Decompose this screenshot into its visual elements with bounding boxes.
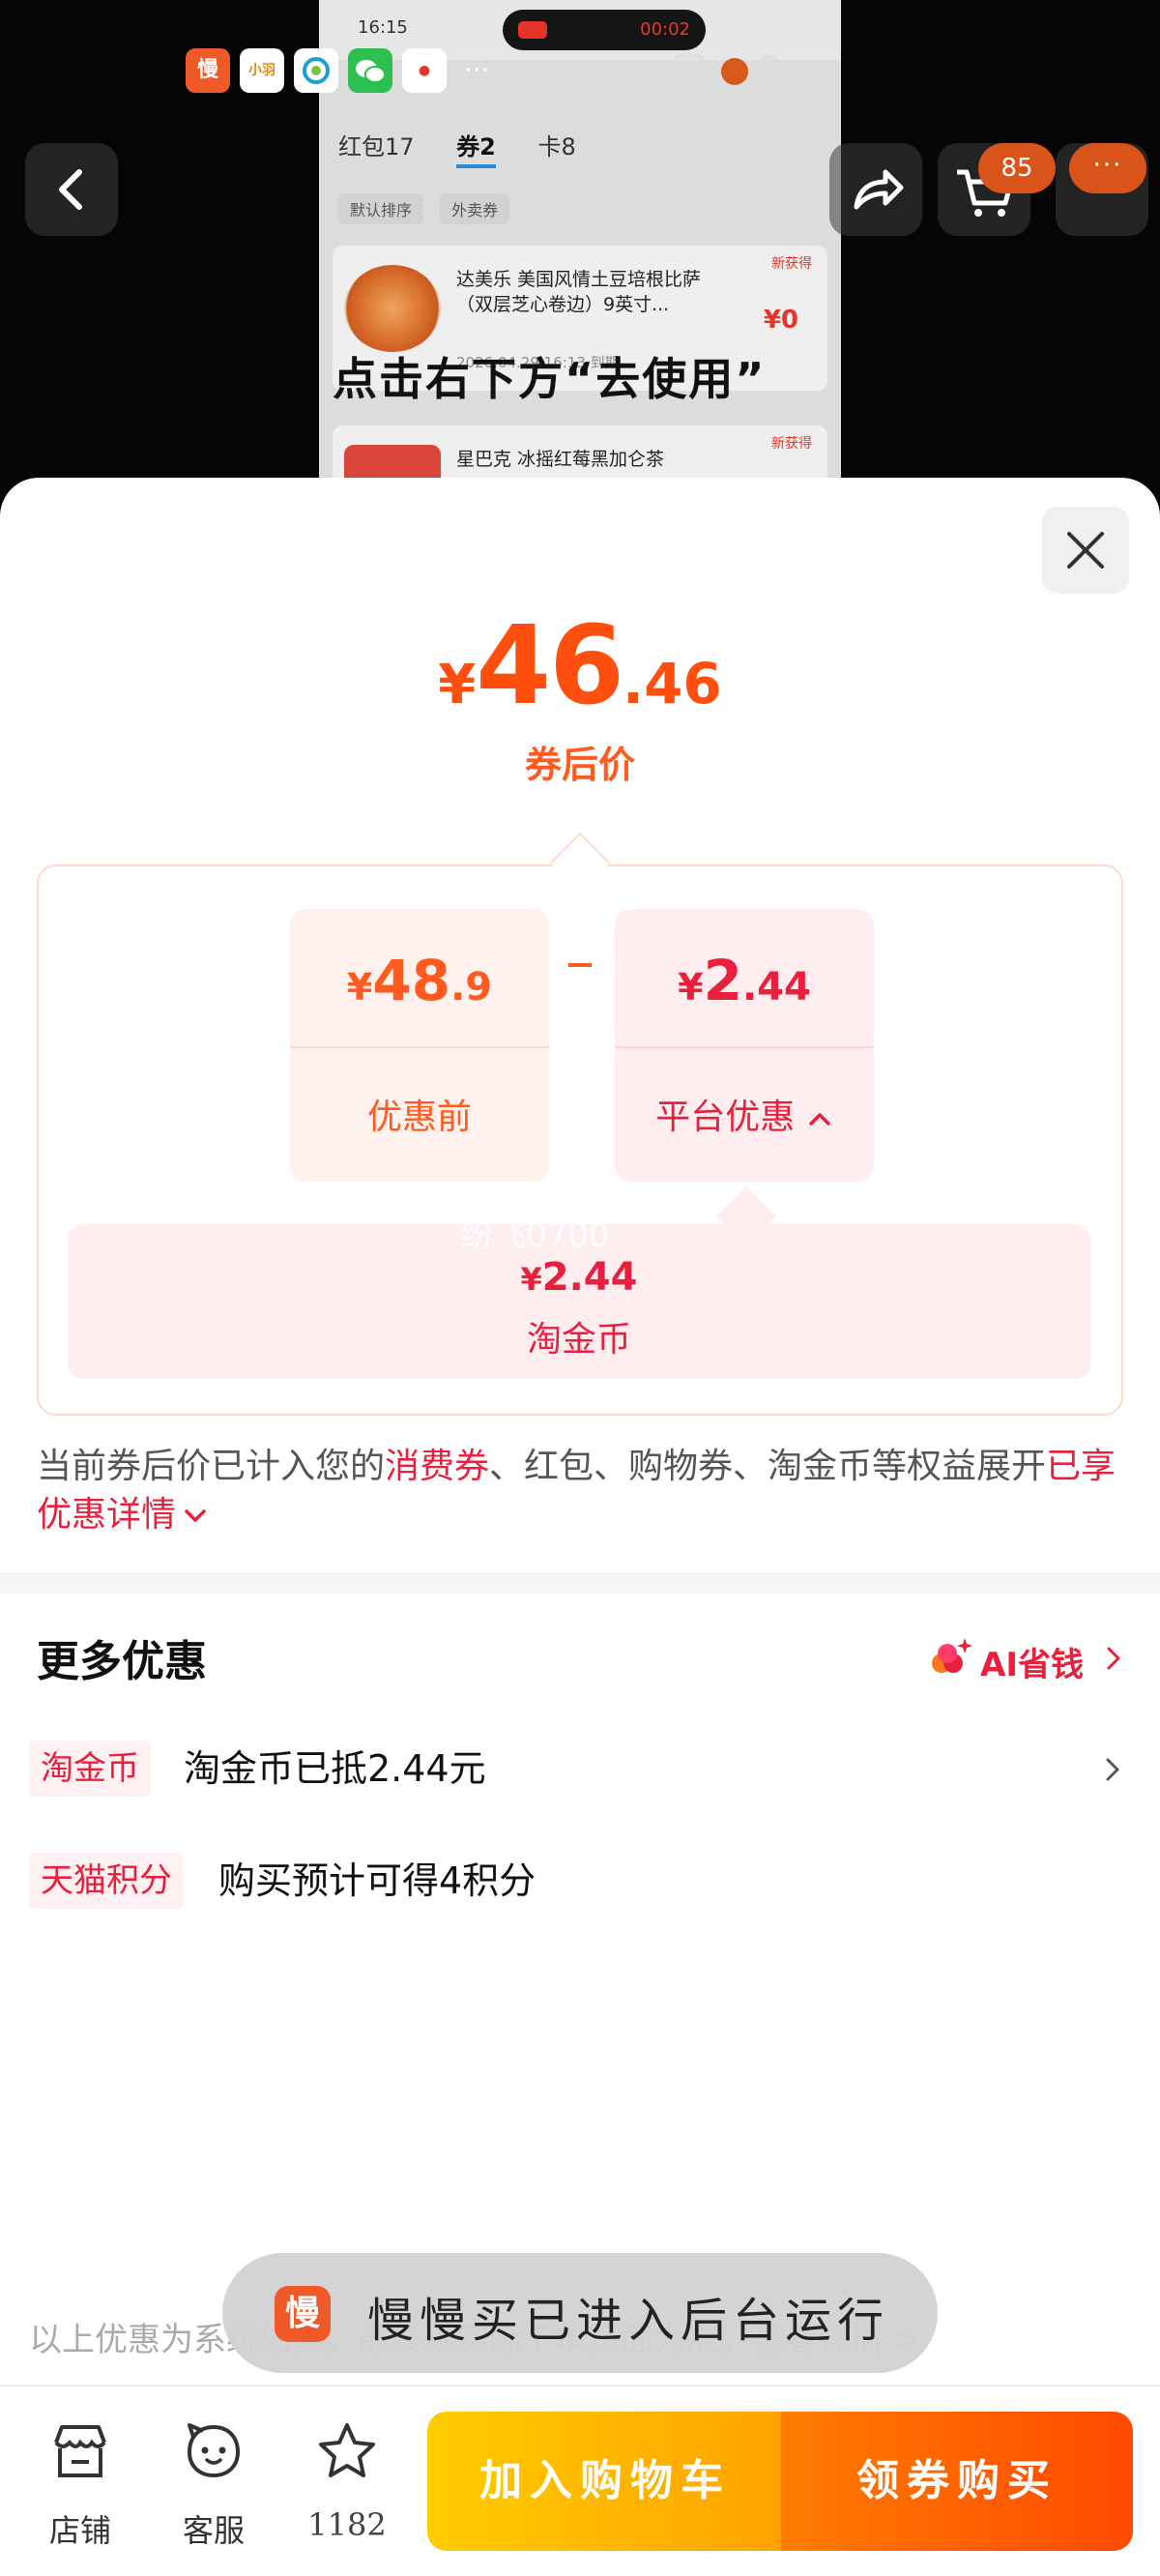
tmall-points-tag: 天猫积分 [29, 1853, 184, 1909]
coupon-title: 星巴克 冰摇红莓黑加仑茶 [456, 449, 665, 470]
note-middle: 、红包、购物券、淘金币等权益展开 [489, 1447, 1047, 1486]
note-prefix: 当前券后价已计入您的 [37, 1447, 386, 1486]
store-button[interactable]: 店铺 [27, 2417, 133, 2549]
system-status-icons: N [675, 48, 800, 95]
svg-text:N: N [682, 61, 697, 84]
taojinbi-offer-text: 淘金币已抵2.44元 [184, 1747, 486, 1790]
platform-discount-tile[interactable]: ¥2.44 平台优惠 [615, 909, 874, 1182]
taojinbi-amount: 2.44 [541, 1255, 638, 1300]
original-price-tile: ¥48.9 优惠前 [290, 909, 549, 1182]
coupon-price: ¥0 [763, 306, 798, 335]
game-app-icon: ● [402, 48, 447, 93]
tmall-points-row: 天猫积分 购买预计可得4积分 [29, 1853, 1131, 1911]
share-button[interactable] [829, 143, 922, 236]
taojinbi-value: ¥2.44 [68, 1255, 1090, 1300]
manmanmai-logo: 慢 [275, 2286, 331, 2342]
section-separator [0, 1572, 1160, 1594]
record-timer: 00:02 [640, 19, 690, 40]
bottom-divider [0, 2385, 1160, 2386]
share-icon [854, 169, 904, 210]
tmall-points-text: 购买预计可得4积分 [218, 1859, 536, 1902]
pizza-thumbnail [344, 265, 441, 352]
close-icon [1067, 532, 1104, 569]
tab-cards: 卡8 [537, 133, 576, 161]
record-pill: 00:02 [503, 10, 706, 50]
original-price-value: ¥48.9 [290, 948, 549, 1013]
minus-sign [568, 963, 592, 967]
status-time: 16:15 [358, 17, 408, 38]
coupon-filters: 默认排序 外卖券 [338, 193, 521, 224]
platform-discount-decimal: .44 [741, 965, 811, 1010]
taojinbi-currency: ¥ [520, 1261, 542, 1298]
tile-divider [615, 1046, 874, 1048]
tab-hongbao: 红包17 [338, 133, 415, 161]
final-price-label: 券后价 [524, 744, 635, 786]
xiaohongshu-app-icon: 小羽 [240, 48, 284, 93]
final-price-decimal: .46 [623, 651, 722, 717]
coupon-new-tag: 新获得 [771, 256, 812, 272]
background-screen: 16:15 00:02 红包17 券2 卡8 默认排序 外卖券 达美乐 美国风情… [0, 0, 1160, 503]
claim-coupon-buy-button[interactable]: 领券购买 [781, 2412, 1133, 2551]
taojinbi-offer-row[interactable]: 淘金币 淘金币已抵2.44元 [29, 1741, 1131, 1799]
more-offers-title: 更多优惠 [37, 1637, 207, 1686]
favorite-button[interactable]: 1182 [294, 2417, 400, 2543]
final-price: ¥46.46 [0, 603, 1160, 729]
final-price-integer: 46 [476, 603, 624, 729]
back-button[interactable] [25, 143, 118, 236]
chevron-left-icon [59, 169, 82, 210]
store-label: 店铺 [48, 2512, 111, 2549]
ai-sparkle-icon [932, 1638, 972, 1673]
chevron-up-icon [808, 1113, 830, 1126]
wechat-icon [348, 48, 392, 93]
customer-service-label: 客服 [182, 2512, 245, 2549]
coupon-tabs: 红包17 券2 卡8 [338, 128, 611, 168]
original-price-label: 优惠前 [366, 1098, 472, 1137]
cart-count-badge: 85 [978, 143, 1056, 193]
toast-message: 慢慢买已进入后台运行 [367, 2294, 890, 2348]
original-price-decimal: .9 [450, 965, 493, 1010]
taojinbi-tag: 淘金币 [29, 1741, 151, 1797]
original-price-currency: ¥ [346, 966, 373, 1009]
platform-discount-currency: ¥ [678, 966, 704, 1009]
chevron-right-icon [1106, 1758, 1119, 1781]
add-to-cart-button[interactable]: 加入购物车 [427, 2412, 783, 2551]
original-price-integer: 48 [372, 948, 451, 1013]
coupon-new-tag: 新获得 [771, 436, 812, 452]
star-icon [319, 2423, 375, 2477]
taojinbi-label: 淘金币 [526, 1320, 631, 1360]
tab-coupons: 券2 [456, 133, 496, 168]
more-dots-icon[interactable]: ··· [1069, 143, 1146, 193]
note-highlight: 消费券 [385, 1447, 490, 1486]
price-note: 当前券后价已计入您的消费券、红包、购物券、淘金币等权益展开已享优惠详情 [37, 1443, 1129, 1539]
ai-save-money-label: AI省钱 [980, 1646, 1084, 1684]
tile-divider [290, 1046, 549, 1048]
background-run-toast: 慢 慢慢买已进入后台运行 [222, 2253, 938, 2373]
chevron-down-icon[interactable] [182, 1507, 209, 1526]
record-icon [518, 21, 547, 39]
final-price-currency: ¥ [438, 654, 477, 717]
platform-discount-label-text: 平台优惠 [655, 1098, 796, 1137]
close-button[interactable] [1042, 507, 1129, 594]
store-icon [54, 2425, 106, 2477]
favorite-count: 1182 [307, 2506, 387, 2543]
china-mobile-icon [294, 48, 338, 93]
filter-takeout: 外卖券 [440, 193, 510, 224]
video-caption: 点击右下方“去使用” [333, 353, 767, 405]
manmanmai-app-icon: 慢 [186, 48, 230, 93]
platform-discount-value: ¥2.44 [615, 948, 874, 1013]
customer-service-button[interactable]: 客服 [160, 2417, 267, 2549]
more-apps-dots: ··· [464, 54, 490, 86]
filter-default-sort: 默认排序 [338, 193, 424, 224]
chevron-right-icon [1107, 1647, 1120, 1670]
platform-discount-label: 平台优惠 [615, 1089, 874, 1139]
coupon-card: 星巴克 冰摇红莓黑加仑茶 新获得 [333, 425, 827, 483]
platform-discount-integer: 2 [703, 948, 742, 1013]
coupon-title: 达美乐 美国风情土豆培根比萨（双层芝心卷边）9英寸... [456, 269, 702, 315]
customer-service-icon [187, 2423, 241, 2478]
watermark: 纷飞0700 [460, 1216, 610, 1255]
